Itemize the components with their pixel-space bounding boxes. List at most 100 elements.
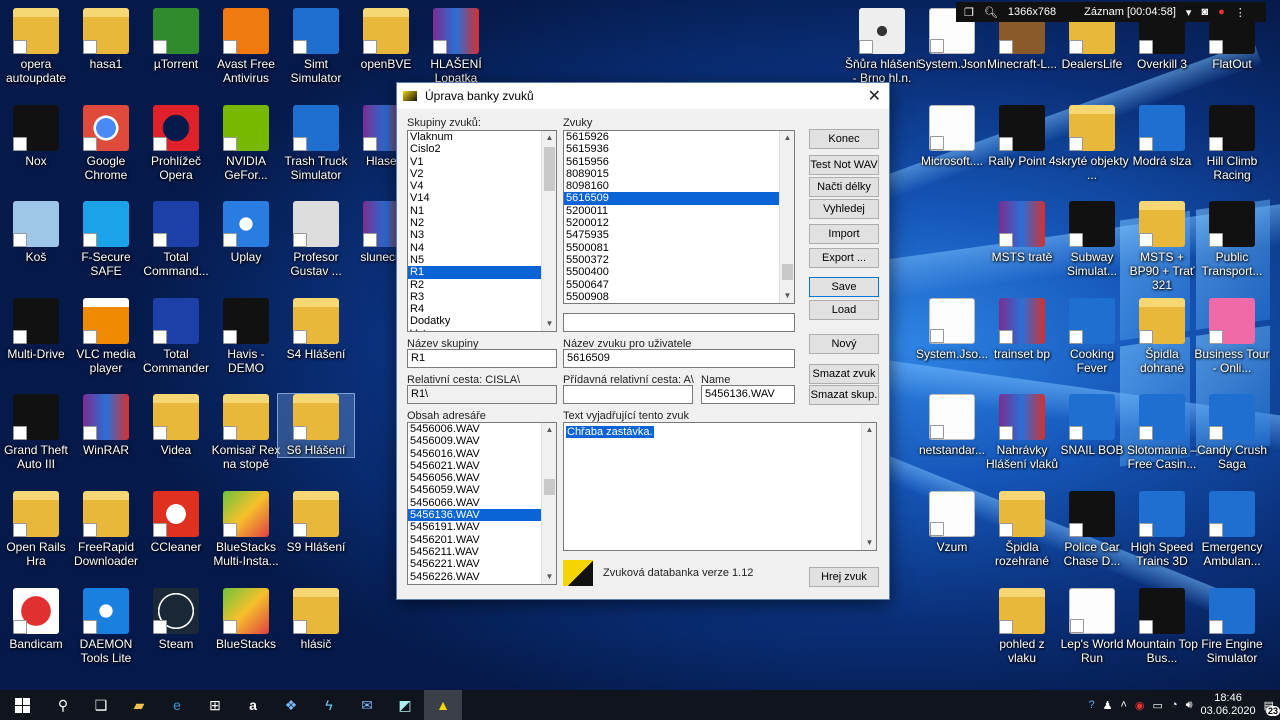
desktop-icon[interactable]: netstandar... (914, 394, 990, 457)
file-list-item[interactable]: 5456221.WAV (408, 558, 556, 570)
group-list-item[interactable]: R4 (408, 303, 556, 315)
window-icon[interactable]: ❐ (964, 6, 974, 19)
task-view-icon[interactable]: ❑ (82, 690, 120, 720)
group-list-item[interactable]: N1 (408, 205, 556, 217)
sound-list-item[interactable]: 5500372 (564, 254, 794, 266)
nacti-delky-button[interactable]: Načti délky (809, 177, 879, 197)
desktop-icon[interactable]: skryté objekty ... (1054, 105, 1130, 182)
group-list-item[interactable]: Vlaknum (408, 131, 556, 143)
group-list-item[interactable]: Vety (408, 328, 556, 331)
sound-list-item[interactable]: 5615936 (564, 143, 794, 155)
save-button[interactable]: Save (809, 277, 879, 297)
app-tile-icon[interactable]: ◩ (386, 690, 424, 720)
desktop-icon[interactable]: Multi-Drive (0, 298, 74, 361)
volume-icon[interactable]: 🔊︎ (1186, 699, 1193, 712)
file-list-item[interactable]: 5456201.WAV (408, 534, 556, 546)
group-list-item[interactable]: Dodatky (408, 315, 556, 327)
extra-path-field[interactable] (563, 385, 693, 404)
search-icon[interactable]: ⚲ (44, 690, 82, 720)
desktop-icon[interactable]: BlueStacks Multi-Insta... (208, 491, 284, 568)
file-explorer-icon[interactable]: ▰ (120, 690, 158, 720)
desktop-icon[interactable]: WinRAR (68, 394, 144, 457)
people-icon[interactable]: ♟ (1103, 699, 1113, 712)
desktop-icon[interactable]: Prohlížeč Opera (138, 105, 214, 182)
desktop-icon[interactable]: Microsoft.... (914, 105, 990, 168)
file-list-item[interactable]: 5456231.WAV (408, 583, 556, 584)
desktop-icon[interactable]: NVIDIA GeFor... (208, 105, 284, 182)
desktop-icon[interactable]: Google Chrome (68, 105, 144, 182)
monitor-icon[interactable]: ▭ (1153, 699, 1163, 712)
desktop-icon[interactable]: CCleaner (138, 491, 214, 554)
desktop-icon[interactable]: SNAIL BOB (1054, 394, 1130, 457)
desktop-icon[interactable]: µTorrent (138, 8, 214, 71)
desktop-icon[interactable]: Steam (138, 588, 214, 651)
desktop-icon[interactable]: Emergency Ambulan... (1194, 491, 1270, 568)
dropbox-icon[interactable]: ❖ (272, 690, 310, 720)
file-list-item[interactable]: 5456021.WAV (408, 460, 556, 472)
group-list-item[interactable]: R3 (408, 291, 556, 303)
edge-icon[interactable]: e (158, 690, 196, 720)
desktop-icon[interactable]: Nahrávky Hlášení vlaků (984, 394, 1060, 471)
desktop-icon[interactable]: Slotomania – Free Casin... (1124, 394, 1200, 471)
sound-list-item[interactable]: 5500908 (564, 291, 794, 303)
sound-list-item[interactable]: 5615926 (564, 131, 794, 143)
group-list-item[interactable]: R1 (408, 266, 556, 279)
sound-list-item[interactable]: 5500400 (564, 266, 794, 278)
sound-list-item[interactable]: 5501001 (564, 303, 794, 304)
chevron-up-icon[interactable]: ˄ (1120, 699, 1126, 711)
test-not-wav-button[interactable]: Test Not WAV (809, 155, 879, 175)
desktop-icon[interactable]: MSTS + BP90 + Trať 321 (1124, 201, 1200, 292)
desktop-icon[interactable]: FreeRapid Downloader (68, 491, 144, 568)
desktop-icon[interactable]: S9 Hlášení (278, 491, 354, 554)
group-list-item[interactable]: N4 (408, 242, 556, 254)
group-list-item[interactable]: V14 (408, 192, 556, 204)
group-name-field[interactable]: R1 (407, 349, 557, 368)
desktop-icon[interactable]: Fire Engine Simulator (1194, 588, 1270, 665)
desktop-icon[interactable]: Subway Simulat... (1054, 201, 1130, 278)
desktop-icon[interactable]: System.Jso... (914, 298, 990, 361)
store-icon[interactable]: ⊞ (196, 690, 234, 720)
app-bolt-icon[interactable]: ϟ (310, 690, 348, 720)
hrej-zvuk-button[interactable]: Hrej zvuk (809, 567, 879, 587)
desktop-icon[interactable]: Rally Point 4 (984, 105, 1060, 168)
search-icon[interactable]: 🔍︎ (984, 6, 998, 19)
file-list-item[interactable]: 5456016.WAV (408, 448, 556, 460)
desktop-icon[interactable]: Total Commander (138, 298, 214, 375)
help-icon[interactable]: ? (1088, 699, 1094, 711)
desktop-icon[interactable]: hlásič (278, 588, 354, 651)
sound-list-item[interactable]: 8098160 (564, 180, 794, 192)
desktop-icon[interactable]: Špidla rozehrané (984, 491, 1060, 568)
desktop-icon[interactable]: Hill Climb Racing (1194, 105, 1270, 182)
export-button[interactable]: Export ... (809, 248, 879, 268)
desktop-icon[interactable]: HLAŠENÍ Lopatka (418, 8, 494, 85)
desktop-icon[interactable]: S6 Hlášení (277, 393, 355, 458)
import-button[interactable]: Import (809, 224, 879, 244)
sound-list-item[interactable]: 5475935 (564, 229, 794, 241)
desktop-icon[interactable]: Profesor Gustav ... (278, 201, 354, 278)
desktop-icon[interactable]: Trash Truck Simulator (278, 105, 354, 182)
novy-button[interactable]: Nový (809, 334, 879, 354)
pyramida-taskbar-icon[interactable]: ▲ (424, 690, 462, 720)
desktop-icon[interactable]: Public Transport... (1194, 201, 1270, 278)
desktop-icon[interactable]: BlueStacks (208, 588, 284, 651)
load-button[interactable]: Load (809, 300, 879, 320)
group-list-item[interactable]: N2 (408, 217, 556, 229)
desktop-icon[interactable]: openBVE (348, 8, 424, 71)
chevron-down-icon[interactable]: ▾ (1186, 6, 1192, 19)
group-list-item[interactable]: N5 (408, 254, 556, 266)
file-list-item[interactable]: 5456226.WAV (408, 571, 556, 583)
file-list-item[interactable]: 5456059.WAV (408, 484, 556, 496)
record-tray-icon[interactable]: ◉ (1135, 699, 1145, 712)
sound-list-item[interactable]: 5616509 (564, 192, 794, 205)
desktop-icon[interactable]: Uplay (208, 201, 284, 264)
group-list-item[interactable]: R2 (408, 279, 556, 291)
sound-list-item[interactable]: 5200012 (564, 217, 794, 229)
sound-search-field[interactable] (563, 313, 795, 332)
file-list-item[interactable]: 5456211.WAV (408, 546, 556, 558)
file-list-item[interactable]: 5456066.WAV (408, 497, 556, 509)
desktop-icon[interactable]: Modrá slza (1124, 105, 1200, 168)
desktop-icon[interactable]: DAEMON Tools Lite (68, 588, 144, 665)
desktop-icon[interactable]: opera autoupdate (0, 8, 74, 85)
user-name-field[interactable]: 5616509 (563, 349, 795, 368)
start-icon[interactable] (0, 690, 44, 720)
